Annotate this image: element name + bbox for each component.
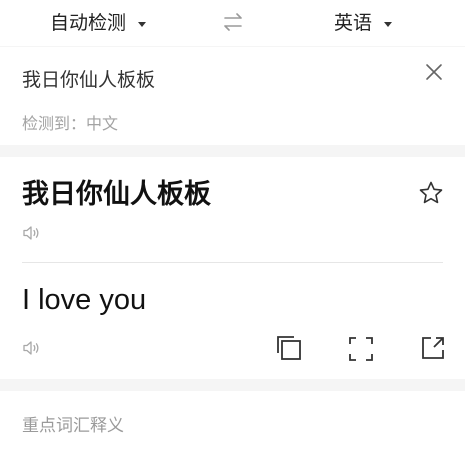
source-caret-down-icon bbox=[138, 21, 147, 27]
speaker-icon[interactable] bbox=[22, 225, 42, 241]
star-icon[interactable] bbox=[418, 180, 444, 206]
input-card[interactable]: 我日你仙人板板 检测到：中文 bbox=[0, 47, 465, 145]
speaker-icon[interactable] bbox=[22, 340, 42, 356]
source-language-selector[interactable]: 自动检测 bbox=[50, 10, 147, 36]
target-language-label: 英语 bbox=[334, 12, 373, 34]
source-text-input[interactable]: 我日你仙人板板 bbox=[22, 67, 155, 93]
result-divider bbox=[22, 262, 443, 263]
translation-text: I love you bbox=[22, 284, 147, 316]
result-card: 我日你仙人板板 I love you bbox=[0, 157, 465, 379]
result-source-text: 我日你仙人板板 bbox=[22, 179, 211, 210]
fullscreen-icon[interactable] bbox=[348, 336, 374, 362]
source-language-label: 自动检测 bbox=[50, 12, 127, 34]
vocabulary-section: 重点词汇释义 bbox=[0, 391, 465, 450]
swap-arrows-icon[interactable] bbox=[222, 13, 244, 31]
vocabulary-title: 重点词汇释义 bbox=[22, 416, 124, 436]
target-language-selector[interactable]: 英语 bbox=[334, 10, 393, 36]
translator-page: 自动检测 英语 我日你仙人板板 检测到：中文 我日你仙人板板 I love yo… bbox=[0, 0, 465, 450]
close-icon[interactable] bbox=[424, 62, 444, 82]
detected-language-label: 检测到：中文 bbox=[22, 114, 119, 133]
share-icon[interactable] bbox=[420, 335, 446, 361]
target-caret-down-icon bbox=[384, 21, 393, 27]
language-bar: 自动检测 英语 bbox=[0, 0, 465, 46]
copy-icon[interactable] bbox=[276, 335, 302, 361]
